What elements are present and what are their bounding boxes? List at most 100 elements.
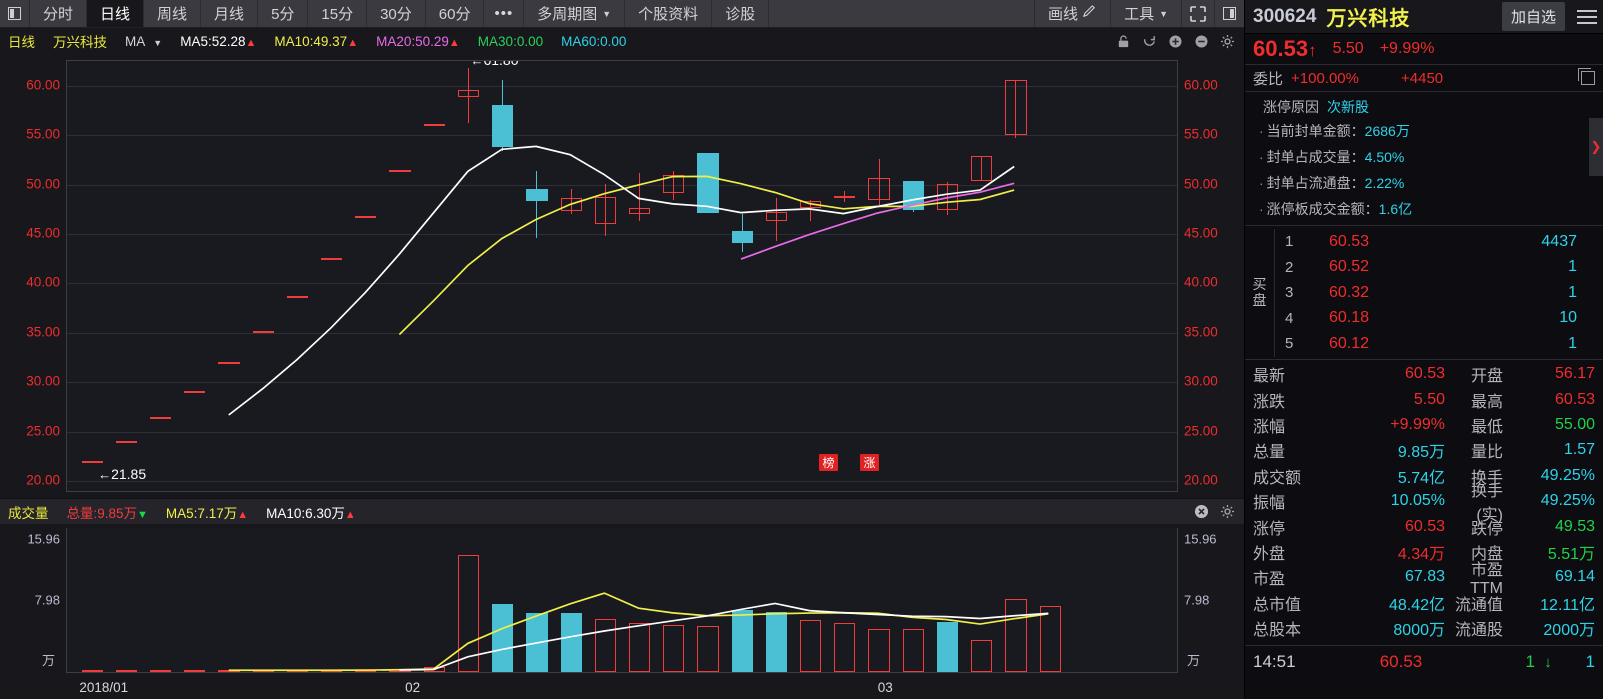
settings-icon[interactable] [1220,34,1235,49]
price-tick-left-7: 25.00 [26,423,60,439]
zoom-in-icon[interactable] [1168,34,1183,49]
top-toolbar: 分时 日线 周线 月线 5分 15分 30分 60分 ••• 多周期图 ▼ 个股资料 诊股 画… [0,0,1244,28]
price-tick-left-8: 20.00 [26,472,60,488]
stat-row: 市盈 67.83 市盈TTM 69.14 [1245,562,1603,597]
reason-title-row: 涨停原因 次新股 [1245,97,1603,117]
price-tick-right-6: 30.00 [1184,373,1218,389]
stat-label-right: 最低 [1470,418,1503,436]
tools-button[interactable]: 工具 ▼ [1110,0,1181,27]
bid-row[interactable]: 2 60.52 1 [1275,255,1603,281]
volume-bar [286,670,308,672]
candle [868,61,890,491]
multi-period-label: 多周期图 [537,6,598,23]
stat-value-left: 5.74亿 [1397,469,1445,487]
multi-period-button[interactable]: 多周期图 ▼ [524,0,626,27]
period-tab-2[interactable]: 周线 [144,0,202,27]
chevron-right-icon[interactable]: ❯ [1589,118,1603,176]
chart-badge-1[interactable]: 涨 [860,454,879,471]
stock-info-button[interactable]: 个股资料 [625,0,713,27]
weibi-label: 委比 [1253,70,1284,88]
candle-body [902,180,924,211]
volume-title: 成交量 [8,505,49,521]
volume-tick-left-1: 7.98 [34,592,60,608]
price-plot-area[interactable]: ←61.80 ←21.85 榜涨 [66,60,1178,492]
reason-item-0: 当前封单金额：2686万 [1245,117,1603,143]
indicator-selector[interactable]: MA ▼ [125,34,162,49]
copy-icon[interactable] [1578,68,1595,85]
draw-line-button[interactable]: 画线 [1034,0,1110,27]
panel-toggle-icon[interactable] [0,0,30,27]
period-tab-4[interactable]: 5分 [258,0,309,27]
stat-value-right: 5.51万 [1547,545,1595,563]
reason-item-3: 涨停板成交金额：1.6亿 [1245,195,1603,221]
volume-bar [868,628,890,672]
stat-value-right: 60.53 [1554,390,1595,408]
bid-volume: 1 [1568,283,1577,301]
candle [115,61,137,491]
period-tab-7[interactable]: 60分 [426,0,485,27]
hamburger-menu-icon[interactable] [1575,9,1597,24]
price-chart[interactable]: 60.00 55.00 50.00 45.00 40.00 35.00 30.00 25.00… [0,54,1244,498]
candle [252,61,274,491]
candle-body [868,177,890,201]
ma-legend-bar: 日线 万兴科技 MA ▼ MA5:52.28▲ MA10:49.37▲ MA20:5… [0,28,1244,54]
bid-row[interactable]: 1 60.53 4437 [1275,229,1603,255]
chart-badge-0[interactable]: 榜 [819,454,838,471]
volume-bar [697,626,719,672]
volume-bar [321,670,343,672]
price-tick-right-5: 35.00 [1184,324,1218,340]
candle-body [184,391,206,394]
bid-row[interactable]: 3 60.32 1 [1275,280,1603,306]
bid-price: 60.53 [1329,232,1370,250]
period-tab-0[interactable]: 分时 [30,0,88,27]
candle-wick [536,170,538,238]
ma-line [229,146,1014,415]
period-tab-6[interactable]: 30分 [367,0,426,27]
period-tab-1[interactable]: 日线 [87,0,145,27]
candle [594,61,616,491]
candle [321,61,343,491]
price-tick-right-0: 60.00 [1184,77,1218,93]
price-summary: 60.53↑ 5.50 +9.99% [1245,34,1603,64]
bid-row[interactable]: 4 60.18 10 [1275,306,1603,332]
indicator-label: MA [125,33,145,49]
down-arrow-icon: ↓ [1544,653,1552,671]
ma-value-0: MA5:52.28▲ [180,33,257,49]
refresh-icon[interactable] [1142,34,1157,49]
reason-item-list: 当前封单金额：2686万封单占成交量：4.50%封单占流通盘：2.22%涨停板成… [1245,117,1603,221]
period-tab-5[interactable]: 15分 [308,0,368,27]
up-arrow-icon: ▲ [347,36,359,49]
more-periods-button[interactable]: ••• [484,0,525,27]
volume-unit-right: 万 [1186,653,1200,668]
stat-value-right: 56.17 [1554,365,1595,383]
price-tick-left-2: 50.00 [26,176,60,192]
add-to-watchlist-button[interactable]: 加自选 [1501,2,1565,31]
stat-label-right: 流通值 [1454,596,1503,614]
bid-row[interactable]: 5 60.12 1 [1275,331,1603,357]
lock-icon[interactable] [1116,34,1131,49]
settings-icon[interactable] [1220,504,1235,519]
ma-value-list: MA5:52.28▲ MA10:49.37▲ MA20:50.29▲ MA30:0.0… [180,34,644,49]
stat-label-left: 总市值 [1253,596,1302,614]
period-tab-3[interactable]: 月线 [201,0,259,27]
volume-plot-area[interactable] [66,528,1178,673]
chevron-down-icon: ▼ [602,8,612,19]
diagnose-button[interactable]: 诊股 [712,0,770,27]
reason-item-label: 涨停板成交金额： [1266,201,1379,217]
candle-body [492,105,514,147]
fullscreen-icon[interactable] [1181,0,1214,27]
weibi-value: +100.00% [1291,69,1359,87]
up-arrow-icon: ↑ [1308,41,1317,60]
zoom-out-icon[interactable] [1194,34,1209,49]
candle [526,61,548,491]
reason-item-value: 4.50% [1364,149,1405,165]
volume-value-2: MA10:6.30万▲ [266,505,356,521]
volume-chart[interactable]: 15.96 7.98 15.96 7.98 万 万 2018/01 02 03 [0,524,1244,699]
layout-icon[interactable] [1214,0,1244,27]
candle [423,61,445,491]
candle [389,61,411,491]
candle-body [286,296,308,299]
close-icon[interactable] [1194,504,1209,519]
quote-panel: 300624 万兴科技 加自选 60.53↑ 5.50 +9.99% 委比 +1… [1244,0,1603,699]
price-tick-right-4: 40.00 [1184,274,1218,290]
